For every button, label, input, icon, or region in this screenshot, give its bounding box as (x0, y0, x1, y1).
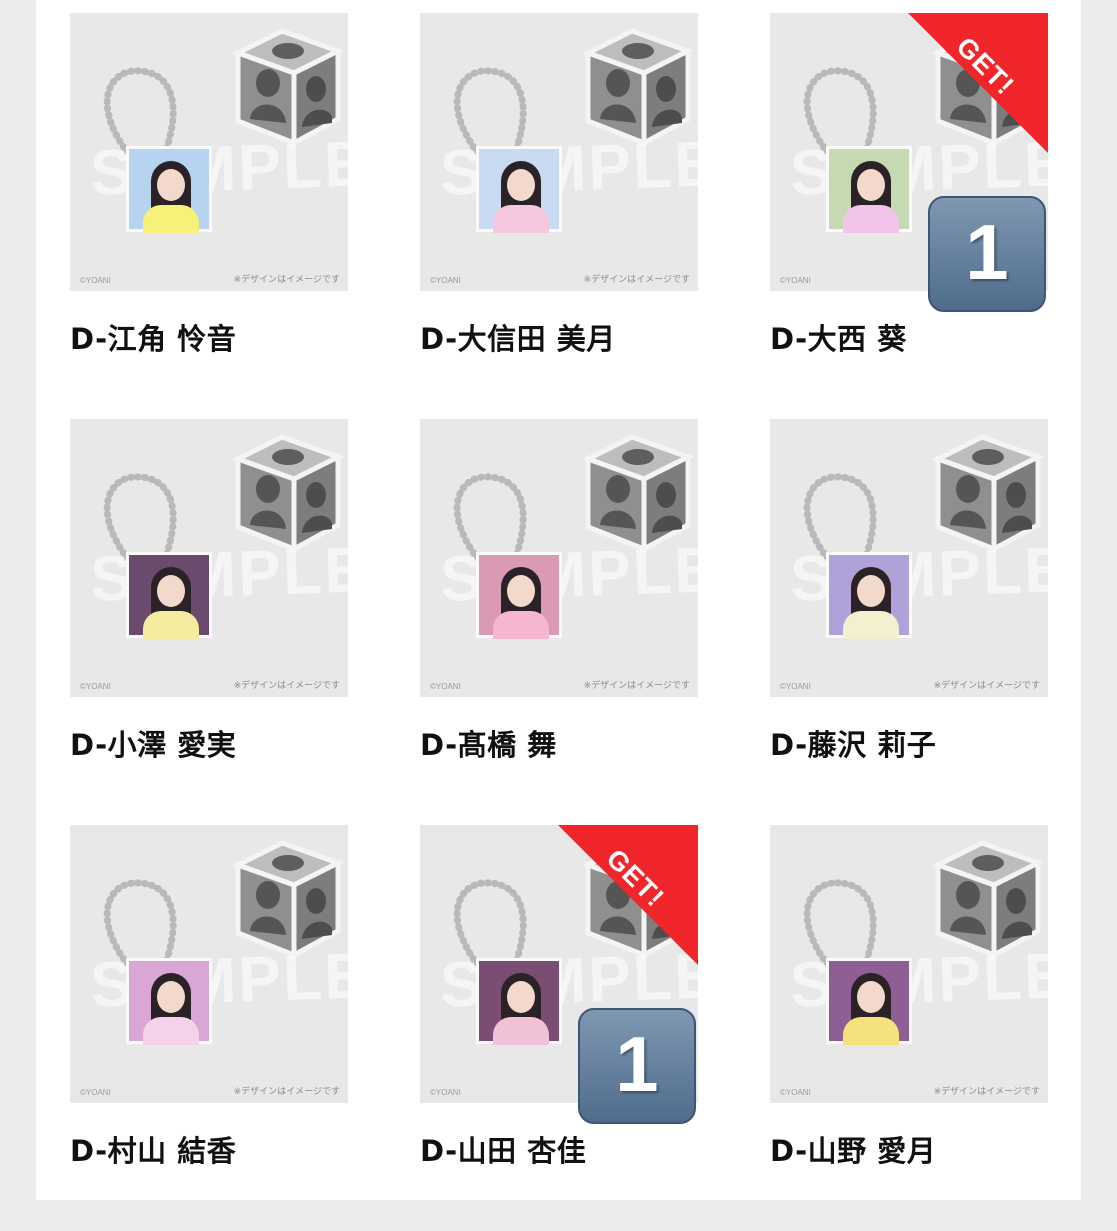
design-note: ※デザインはイメージです (233, 681, 340, 691)
product-name[interactable]: D-村山 結香 (70, 1128, 348, 1170)
design-note: ※デザインはイメージです (583, 275, 690, 285)
design-note: ※デザインはイメージです (233, 275, 340, 285)
product-image[interactable]: SAMPLE ©YOANI ※デザインはイメージです (420, 13, 698, 291)
design-note: ※デザインはイメージです (583, 681, 690, 691)
product-card[interactable]: SAMPLE ©YOANI ※デザインはイメージです GET! 1 D-大西 葵 (770, 13, 1048, 419)
product-name[interactable]: D-江角 怜音 (70, 316, 348, 358)
product-card[interactable]: SAMPLE ©YOANI ※デザインはイメージです D-藤沢 莉子 (770, 419, 1048, 825)
product-image[interactable]: SAMPLE ©YOANI ※デザインはイメージです (70, 419, 348, 697)
product-image[interactable]: SAMPLE ©YOANI ※デザインはイメージです (70, 825, 348, 1103)
design-note: ※デザインはイメージです (933, 681, 1040, 691)
member-photo (126, 958, 212, 1045)
member-photo (126, 552, 212, 639)
product-card[interactable]: SAMPLE ©YOANI ※デザインはイメージです D-小澤 愛実 (70, 419, 348, 825)
product-card[interactable]: SAMPLE ©YOANI ※デザインはイメージです D-山野 愛月 (770, 825, 1048, 1231)
product-card[interactable]: SAMPLE ©YOANI ※デザインはイメージです D-髙橋 舞 (420, 419, 698, 825)
copyright-text: ©YOANI (430, 276, 461, 285)
product-card[interactable]: SAMPLE ©YOANI ※デザインはイメージです D-大信田 美月 (420, 13, 698, 419)
count-badge: 1 (928, 196, 1046, 312)
product-card[interactable]: SAMPLE ©YOANI ※デザインはイメージです D-村山 結香 (70, 825, 348, 1231)
count-badge: 1 (578, 1008, 696, 1124)
product-image[interactable]: SAMPLE ©YOANI ※デザインはイメージです (770, 825, 1048, 1103)
copyright-text: ©YOANI (780, 276, 811, 285)
member-photo (826, 552, 912, 639)
product-grid: SAMPLE ©YOANI ※デザインはイメージです D-江角 怜音 SAMPL… (70, 13, 1048, 1231)
product-name[interactable]: D-小澤 愛実 (70, 722, 348, 764)
copyright-text: ©YOANI (80, 1088, 111, 1097)
product-name[interactable]: D-髙橋 舞 (420, 722, 698, 764)
product-name[interactable]: D-藤沢 莉子 (770, 722, 1048, 764)
product-name[interactable]: D-大西 葵 (770, 316, 1048, 358)
product-image[interactable]: SAMPLE ©YOANI ※デザインはイメージです (420, 419, 698, 697)
copyright-text: ©YOANI (80, 682, 111, 691)
member-photo (826, 146, 912, 233)
member-photo (126, 146, 212, 233)
copyright-text: ©YOANI (780, 1088, 811, 1097)
product-name[interactable]: D-山田 杏佳 (420, 1128, 698, 1170)
content-panel: SAMPLE ©YOANI ※デザインはイメージです D-江角 怜音 SAMPL… (36, 0, 1081, 1200)
member-photo (476, 146, 562, 233)
member-photo (476, 958, 562, 1045)
copyright-text: ©YOANI (80, 276, 111, 285)
member-photo (476, 552, 562, 639)
design-note: ※デザインはイメージです (233, 1087, 340, 1097)
product-name[interactable]: D-大信田 美月 (420, 316, 698, 358)
copyright-text: ©YOANI (780, 682, 811, 691)
member-photo (826, 958, 912, 1045)
product-image[interactable]: SAMPLE ©YOANI ※デザインはイメージです (770, 419, 1048, 697)
design-note: ※デザインはイメージです (933, 1087, 1040, 1097)
copyright-text: ©YOANI (430, 682, 461, 691)
product-image[interactable]: SAMPLE ©YOANI ※デザインはイメージです (70, 13, 348, 291)
product-name[interactable]: D-山野 愛月 (770, 1128, 1048, 1170)
copyright-text: ©YOANI (430, 1088, 461, 1097)
product-card[interactable]: SAMPLE ©YOANI ※デザインはイメージです GET! 1 D-山田 杏… (420, 825, 698, 1231)
product-card[interactable]: SAMPLE ©YOANI ※デザインはイメージです D-江角 怜音 (70, 13, 348, 419)
